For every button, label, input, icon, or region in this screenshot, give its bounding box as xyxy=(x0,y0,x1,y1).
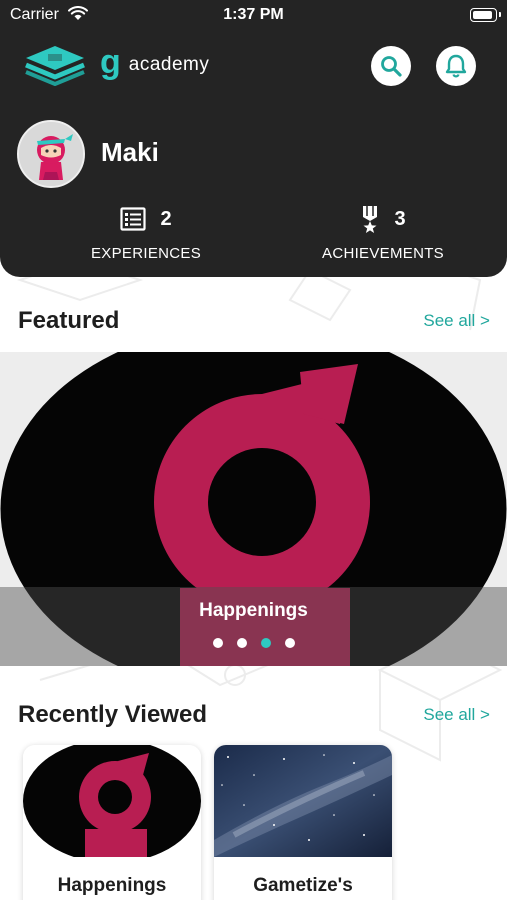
recently-viewed-see-all-link[interactable]: See all > xyxy=(423,705,490,725)
list-icon xyxy=(120,207,147,231)
bell-icon xyxy=(445,54,467,78)
clock: 1:37 PM xyxy=(223,6,284,23)
carousel-pagination[interactable] xyxy=(0,638,507,648)
carousel-dot-2[interactable] xyxy=(236,638,247,648)
carousel-dot-3[interactable] xyxy=(260,638,271,648)
featured-item-label: Happenings xyxy=(199,600,308,621)
recent-card[interactable]: Happenings xyxy=(23,745,201,900)
stack-logo-icon xyxy=(25,46,85,86)
galaxy-thumbnail xyxy=(214,745,392,857)
featured-carousel[interactable]: Happenings xyxy=(0,352,507,666)
achievements-stat[interactable]: 3 ACHIEVEMENTS xyxy=(293,205,473,262)
carousel-dot-1[interactable] xyxy=(212,638,223,648)
notifications-button[interactable] xyxy=(436,46,476,86)
achievements-label: ACHIEVEMENTS xyxy=(322,245,444,262)
profile-header: Carrier 1:37 PM g academy Maki 2 EXPERIE… xyxy=(0,0,507,277)
g-logo-thumbnail xyxy=(23,745,201,857)
search-icon xyxy=(381,56,402,77)
recent-card[interactable]: Gametize's xyxy=(214,745,392,900)
status-bar: Carrier 1:37 PM xyxy=(0,0,507,30)
ninja-avatar-icon xyxy=(19,122,83,186)
medal-icon xyxy=(363,206,378,233)
experiences-count: 2 xyxy=(160,207,172,230)
brand-logo: g academy xyxy=(22,42,209,88)
recently-viewed-title: Recently Viewed xyxy=(18,701,207,728)
search-button[interactable] xyxy=(371,46,411,86)
recent-card-label: Happenings xyxy=(57,875,167,896)
featured-section-title: Featured xyxy=(18,307,120,334)
experiences-label: EXPERIENCES xyxy=(91,245,201,262)
avatar[interactable] xyxy=(17,120,85,188)
battery-icon xyxy=(470,8,501,22)
carousel-dot-4[interactable] xyxy=(284,638,295,648)
profile-name: Maki xyxy=(101,137,159,167)
featured-see-all-link[interactable]: See all > xyxy=(423,311,490,331)
featured-caption-bar xyxy=(0,587,507,666)
achievements-count: 3 xyxy=(394,207,406,230)
battery-level xyxy=(473,11,492,19)
brand-name: academy xyxy=(128,54,210,75)
brand-letter: g xyxy=(100,43,121,81)
recent-card-label: Gametize's xyxy=(253,875,353,896)
experiences-stat[interactable]: 2 EXPERIENCES xyxy=(56,205,236,262)
